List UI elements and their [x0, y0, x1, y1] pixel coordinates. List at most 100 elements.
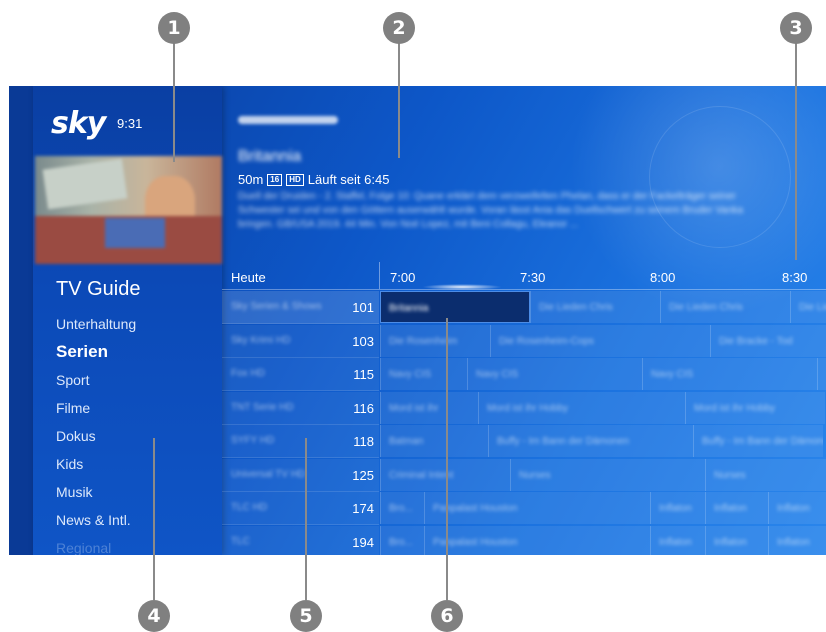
program-cell[interactable]: Nurses	[705, 458, 826, 491]
program-cell[interactable]: Bro...	[380, 492, 424, 524]
program-cell[interactable]: Mord ist ihr	[380, 391, 478, 424]
menu-item-kids[interactable]: Kids	[56, 454, 136, 482]
callout-line-3	[795, 42, 797, 260]
program-cell[interactable]: Nurses	[510, 458, 705, 491]
menu-item-musik[interactable]: Musik	[56, 482, 136, 510]
channel-name: Fox HD	[231, 368, 265, 379]
program-title: Britannia	[238, 148, 302, 165]
hd-badge: HD	[286, 173, 304, 186]
program-cell[interactable]: Panpalast Houston	[424, 492, 650, 524]
genre-menu: Unterhaltung Serien Sport Filme Dokus Ki…	[56, 314, 136, 555]
callout-badge-2: 2	[383, 12, 415, 44]
program-title-label: Navy CIS	[389, 369, 432, 380]
program-cell[interactable]: Inflaton	[768, 525, 826, 555]
channel-number: 115	[353, 367, 374, 382]
program-title-label: Inflaton	[659, 536, 692, 548]
program-meta: 50m 16 HD Läuft seit 6:45	[238, 172, 389, 187]
callout-line-6	[446, 318, 448, 600]
menu-item-serien[interactable]: Serien	[56, 342, 136, 370]
program-title-label: Britannia	[389, 303, 429, 314]
program-title-label: Nurses	[714, 469, 746, 481]
menu-item-filme[interactable]: Filme	[56, 398, 136, 426]
channel-name: Sky Serien & Shows	[231, 301, 322, 312]
menu-item-regional[interactable]: Regional	[56, 538, 136, 555]
age-rating-badge: 16	[267, 173, 283, 186]
callout-badge-1: 1	[158, 12, 190, 44]
program-title-label: Inflaton	[714, 536, 747, 548]
time-tick-0730: 7:30	[520, 270, 546, 285]
time-tick-0700: 7:00	[390, 270, 416, 285]
menu-item-dokus[interactable]: Dokus	[56, 426, 136, 454]
sidebar-edge	[9, 86, 33, 555]
program-cell[interactable]: Buffy - Im Bann der Dämonen	[693, 425, 823, 457]
program-title-label: Inflaton	[777, 536, 810, 548]
channel-name: TLC HD	[231, 502, 268, 513]
epg-grid: Heute 7:00 7:30 8:00 8:30 Sky Serien & S…	[222, 262, 826, 555]
menu-item-news[interactable]: News & Intl.	[56, 510, 136, 538]
program-title-label: Inflaton	[777, 503, 810, 514]
channel-row: Universal TV HD 125 Criminal Intent Nurses N…	[222, 458, 826, 492]
channel-name: TLC	[231, 535, 250, 547]
channel-number: 125	[352, 467, 374, 483]
program-cell[interactable]: Die Lieden Chris	[790, 291, 826, 323]
program-cell[interactable]: Mord ist ihr Hobby	[478, 391, 685, 424]
program-cell[interactable]: Bro...	[380, 525, 424, 555]
channel-number: 101	[352, 300, 374, 315]
channel-number: 194	[352, 534, 374, 550]
channel-name: Sky Krimi HD	[231, 334, 291, 346]
program-title-label: Criminal Intent	[389, 469, 454, 481]
program-cell[interactable]: Die Rosenheim-Cops	[490, 324, 710, 357]
channel-name: SYFY HD	[231, 435, 275, 446]
program-cell[interactable]: Navy CIS	[467, 358, 642, 390]
program-title-label: Buffy - Im Bann der Dämonen	[497, 436, 630, 447]
menu-item-sport[interactable]: Sport	[56, 370, 136, 398]
channel-row: TLC 194 Bro... Panpalast Houston Inflaton Inf…	[222, 525, 826, 555]
program-title-label: Bro...	[389, 536, 413, 548]
program-title-label: Mord ist ihr	[389, 402, 439, 414]
program-cell[interactable]	[817, 358, 826, 390]
channel-row: Sky Serien & Shows 101 Britannia Die Lieden…	[222, 290, 826, 324]
menu-item-unterhaltung[interactable]: Unterhaltung	[56, 314, 136, 342]
time-tick-0800: 8:00	[650, 270, 676, 285]
channel-row: Fox HD 115 Navy CIS Navy CIS Navy CIS	[222, 357, 826, 391]
program-cell[interactable]: Buffy - Im Bann der Dämonen	[488, 425, 693, 457]
program-title-label: Die Lieden Chris	[799, 302, 826, 313]
program-cell[interactable]: Die Rosenheim	[380, 324, 490, 357]
timeline: Heute 7:00 7:30 8:00 8:30	[222, 262, 826, 290]
tv-screen: sky 9:31 TV Guide Unterhaltung Serien Sp…	[9, 86, 826, 555]
program-cell[interactable]: Die Lieden Chris	[530, 291, 660, 323]
program-cell[interactable]: Panpalast Houston	[424, 525, 650, 555]
program-title-label: Die Bracke - Tod	[719, 335, 793, 347]
channel-number: 116	[353, 400, 374, 416]
channel-row: TLC HD 174 Bro... Panpalast Houston Inflaton…	[222, 491, 826, 525]
program-cell-focused[interactable]: Britannia	[380, 291, 530, 323]
program-info-panel: Britannia 50m 16 HD Läuft seit 6:45 Duel…	[237, 86, 826, 262]
program-cell[interactable]: Mord ist ihr Hobby	[685, 391, 825, 424]
program-title-label: Inflaton	[714, 503, 747, 514]
live-preview-thumbnail[interactable]	[35, 156, 222, 264]
program-cell[interactable]: Navy CIS	[380, 358, 467, 390]
page-title: TV Guide	[56, 278, 141, 300]
channel-row: TNT Serie HD 116 Mord ist ihr Mord ist ihr …	[222, 391, 826, 425]
channel-number: 103	[352, 333, 374, 349]
callout-badge-6: 6	[431, 600, 463, 632]
program-cell[interactable]: Batman	[380, 425, 488, 457]
program-cell[interactable]: Inflaton	[705, 492, 768, 524]
program-cell[interactable]: Inflaton	[705, 525, 768, 555]
callout-line-4	[153, 438, 155, 600]
program-cell[interactable]: Inflaton	[650, 492, 705, 524]
program-cell[interactable]: Inflaton	[768, 492, 826, 524]
program-title-label: Inflaton	[659, 503, 692, 514]
callout-badge-3: 3	[780, 12, 812, 44]
timeline-divider	[379, 262, 380, 289]
callout-line-2	[398, 42, 400, 158]
program-cell[interactable]: Die Bracke - Tod	[710, 324, 826, 357]
callout-badge-5: 5	[290, 600, 322, 632]
program-cell[interactable]: Die Lieden Chris	[660, 291, 790, 323]
program-title-label: Navy CIS	[651, 369, 694, 380]
program-title-label: Die Lieden Chris	[539, 302, 613, 313]
program-cell[interactable]: Inflaton	[650, 525, 705, 555]
program-cell[interactable]: Criminal Intent	[380, 458, 510, 491]
channel-name: TNT Serie HD	[231, 401, 294, 413]
program-cell[interactable]: Navy CIS	[642, 358, 817, 390]
